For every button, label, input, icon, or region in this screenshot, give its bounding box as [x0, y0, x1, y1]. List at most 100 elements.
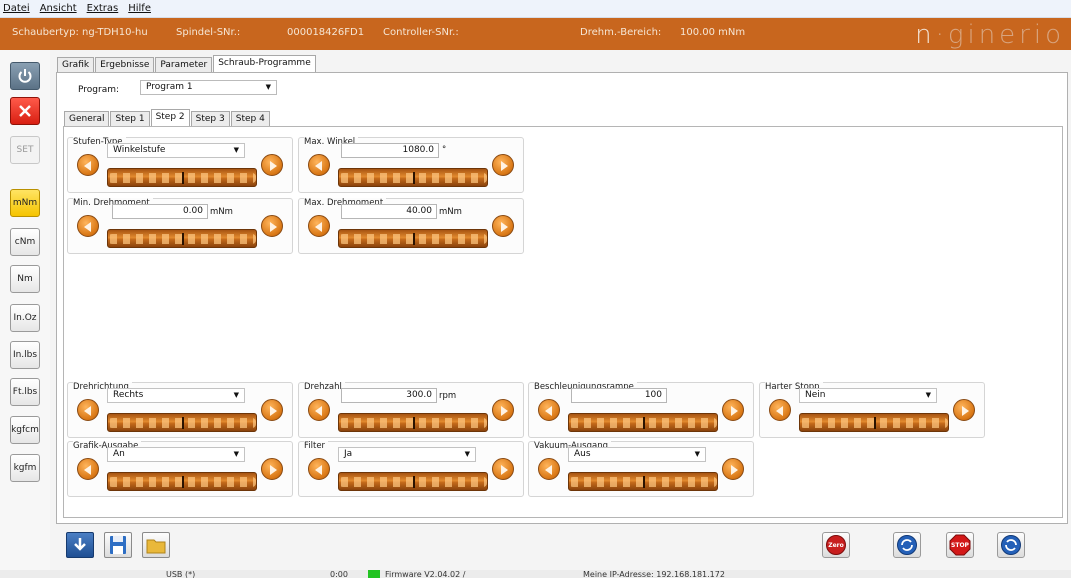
min-drehmoment-group: Min. Drehmoment 0.00 mNm	[67, 198, 293, 254]
filter-select[interactable]: Ja	[338, 447, 476, 462]
drehzahl-decrease-button[interactable]	[308, 399, 330, 421]
tab-general[interactable]: General	[64, 111, 110, 126]
stufen-type-select[interactable]: Winkelstufe	[107, 143, 245, 158]
main-tabs: Grafik Ergebnisse Parameter Schraub-Prog…	[57, 55, 317, 72]
tab-parameter[interactable]: Parameter	[155, 57, 213, 72]
spindel-value: 000018426FD1	[287, 27, 365, 38]
drehzahl-increase-button[interactable]	[492, 399, 514, 421]
download-button[interactable]	[66, 532, 94, 558]
harter-stopp-prev-button[interactable]	[769, 399, 791, 421]
max-drehmoment-decrease-button[interactable]	[308, 215, 330, 237]
min-drehmoment-wheel[interactable]	[107, 229, 257, 248]
tab-ergebnisse[interactable]: Ergebnisse	[95, 57, 155, 72]
zero-button[interactable]: Zero	[822, 532, 850, 558]
max-winkel-input[interactable]: 1080.0	[341, 143, 439, 158]
status-bar: USB (*) 0:00 Firmware V2.04.02 / Meine I…	[0, 570, 1071, 578]
unit-ftlbs-button[interactable]: Ft.lbs	[10, 378, 40, 406]
unit-nm-button[interactable]: Nm	[10, 265, 40, 293]
beschleunigungsrampe-input[interactable]: 100	[571, 388, 667, 403]
stop-button[interactable]: STOP	[946, 532, 974, 558]
min-drehmoment-decrease-button[interactable]	[77, 215, 99, 237]
rotate-ccw-icon	[1001, 535, 1021, 555]
max-drehmoment-group: Max. Drehmoment 40.00 mNm	[298, 198, 524, 254]
max-winkel-decrease-button[interactable]	[308, 154, 330, 176]
tab-grafik[interactable]: Grafik	[57, 57, 95, 72]
vakuum-ausgang-group: Vakuum-Ausgang Aus	[528, 441, 754, 497]
max-drehmoment-wheel[interactable]	[338, 229, 488, 248]
drehzahl-input[interactable]: 300.0	[341, 388, 437, 403]
drehzahl-label: Drehzahl	[304, 382, 345, 392]
grafik-ausgabe-select[interactable]: An	[107, 447, 245, 462]
vakuum-ausgang-wheel[interactable]	[568, 472, 718, 491]
download-icon	[74, 538, 86, 551]
min-drehmoment-increase-button[interactable]	[261, 215, 283, 237]
menu-datei[interactable]: Datei	[3, 3, 30, 14]
program-select[interactable]: Program 1	[140, 80, 277, 95]
spindel-label: Spindel-SNr.:	[176, 27, 241, 38]
max-drehmoment-input[interactable]: 40.00	[341, 204, 437, 219]
max-drehmoment-increase-button[interactable]	[492, 215, 514, 237]
harter-stopp-value: Nein	[805, 390, 826, 400]
grafik-ausgabe-prev-button[interactable]	[77, 458, 99, 480]
filter-next-button[interactable]	[492, 458, 514, 480]
filter-group: Filter Ja	[298, 441, 524, 497]
max-winkel-wheel[interactable]	[338, 168, 488, 187]
unit-cnm-button[interactable]: cNm	[10, 228, 40, 256]
stufen-type-prev-button[interactable]	[77, 154, 99, 176]
firmware-indicator	[368, 570, 380, 578]
max-winkel-increase-button[interactable]	[492, 154, 514, 176]
menu-extras[interactable]: Extras	[87, 3, 119, 14]
unit-inlbs-button[interactable]: In.lbs	[10, 341, 40, 369]
menu-ansicht[interactable]: Ansicht	[40, 3, 77, 14]
menu-bar: Datei Ansicht Extras Hilfe	[0, 0, 1071, 18]
beschleunigungsrampe-wheel[interactable]	[568, 413, 718, 432]
drehzahl-wheel[interactable]	[338, 413, 488, 432]
usb-status: USB (*)	[166, 570, 196, 578]
grafik-ausgabe-wheel[interactable]	[107, 472, 257, 491]
stufen-type-next-button[interactable]	[261, 154, 283, 176]
drehrichtung-prev-button[interactable]	[77, 399, 99, 421]
beschleunigungsrampe-increase-button[interactable]	[722, 399, 744, 421]
vakuum-ausgang-prev-button[interactable]	[538, 458, 560, 480]
filter-prev-button[interactable]	[308, 458, 330, 480]
filter-wheel[interactable]	[338, 472, 488, 491]
schraubertyp-label: Schaubertyp:	[12, 27, 79, 38]
filter-value: Ja	[344, 449, 353, 459]
left-sidebar: SET mNm cNm Nm In.Oz In.lbs Ft.lbs kgfcm…	[0, 50, 50, 570]
power-button[interactable]	[10, 62, 40, 90]
zero-label: Zero	[828, 541, 844, 549]
save-button[interactable]	[104, 532, 132, 558]
tab-step-4[interactable]: Step 4	[230, 111, 270, 126]
open-folder-button[interactable]	[142, 532, 170, 558]
tab-step-3[interactable]: Step 3	[190, 111, 230, 126]
tab-step-2[interactable]: Step 2	[150, 109, 190, 126]
rotate-ccw-button[interactable]	[997, 532, 1025, 558]
rotate-cw-button[interactable]	[893, 532, 921, 558]
harter-stopp-next-button[interactable]	[953, 399, 975, 421]
unit-mnm-button[interactable]: mNm	[10, 189, 40, 217]
harter-stopp-select[interactable]: Nein	[799, 388, 937, 403]
menu-hilfe[interactable]: Hilfe	[128, 3, 151, 14]
unit-inoz-button[interactable]: In.Oz	[10, 304, 40, 332]
drehrichtung-next-button[interactable]	[261, 399, 283, 421]
min-drehmoment-unit: mNm	[210, 207, 233, 217]
min-drehmoment-input[interactable]: 0.00	[112, 204, 208, 219]
harter-stopp-wheel[interactable]	[799, 413, 949, 432]
grafik-ausgabe-next-button[interactable]	[261, 458, 283, 480]
unit-kgfcm-button[interactable]: kgfcm	[10, 416, 40, 444]
unit-kgfm-button[interactable]: kgfm	[10, 454, 40, 482]
drehrichtung-select[interactable]: Rechts	[107, 388, 245, 403]
schraubertyp-value: ng-TDH10-hu	[82, 27, 148, 38]
harter-stopp-group: Harter Stopp Nein	[759, 382, 985, 438]
close-button[interactable]	[10, 97, 40, 125]
vakuum-ausgang-next-button[interactable]	[722, 458, 744, 480]
filter-label: Filter	[304, 441, 329, 451]
stufen-type-wheel[interactable]	[107, 168, 257, 187]
drehrichtung-wheel[interactable]	[107, 413, 257, 432]
vakuum-ausgang-select[interactable]: Aus	[568, 447, 706, 462]
program-label: Program:	[78, 85, 120, 95]
tab-step-1[interactable]: Step 1	[110, 111, 150, 126]
beschleunigungsrampe-decrease-button[interactable]	[538, 399, 560, 421]
set-button[interactable]: SET	[10, 136, 40, 164]
tab-schraub-programme[interactable]: Schraub-Programme	[213, 55, 316, 72]
